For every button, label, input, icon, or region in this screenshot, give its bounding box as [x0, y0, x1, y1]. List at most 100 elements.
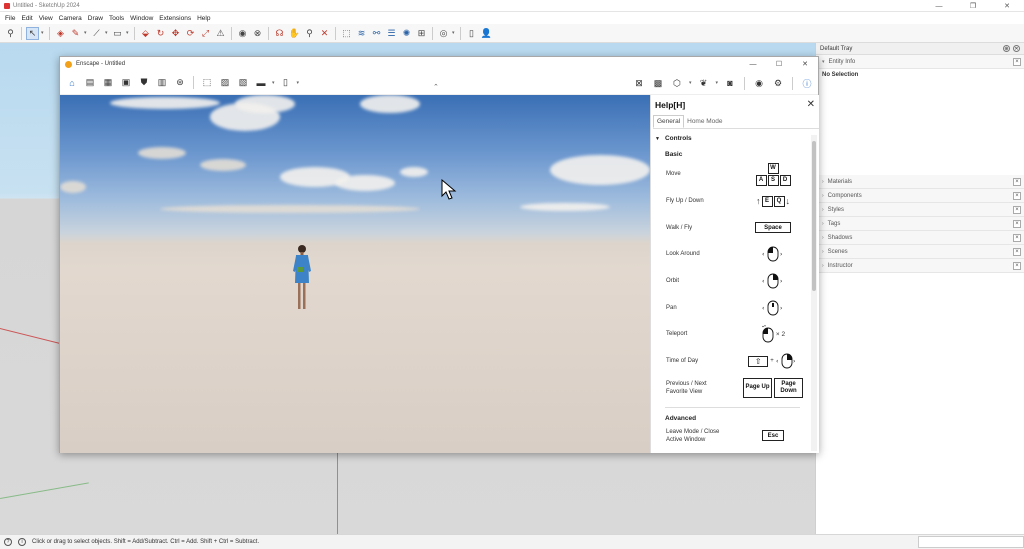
controls-section[interactable]: ▼ Controls	[655, 135, 810, 142]
collapse-toolbar-icon[interactable]: ⌃	[433, 83, 439, 91]
follow-me-icon[interactable]: ↻	[154, 27, 167, 40]
chevron-down-icon[interactable]: ▾	[272, 80, 275, 86]
gear-icon[interactable]: ⚙	[771, 76, 785, 90]
pan-icon[interactable]: ✋	[288, 27, 301, 40]
enscape-maximize-button[interactable]: ☐	[766, 57, 792, 71]
enscape-minimize-button[interactable]: —	[740, 57, 766, 71]
chevron-down-icon[interactable]: ▾	[689, 80, 692, 86]
zoom-extents-icon[interactable]: ✕	[318, 27, 331, 40]
home-icon[interactable]: ⌂	[65, 76, 79, 90]
select-icon[interactable]: ↖	[26, 26, 39, 40]
info-icon[interactable]: ?	[4, 538, 12, 546]
enscape-sync-icon[interactable]: ≋	[355, 27, 368, 40]
menu-view[interactable]: View	[36, 15, 56, 22]
settings-icon[interactable]: ▤	[83, 76, 97, 90]
tray-panel-shadows[interactable]: › Shadows ×	[816, 231, 1024, 245]
export-icon[interactable]: ▯	[279, 76, 293, 90]
building-icon[interactable]: ▥	[155, 76, 169, 90]
close-button[interactable]: ✕	[990, 0, 1024, 12]
viewport-icon[interactable]: ▣	[119, 76, 133, 90]
vr-icon[interactable]: ◙	[723, 76, 737, 90]
help-close-icon[interactable]: ✕	[807, 99, 815, 110]
close-icon[interactable]: ×	[1013, 206, 1021, 214]
tray-close-icon[interactable]: ✕	[1013, 45, 1020, 52]
enscape-close-button[interactable]: ✕	[792, 57, 818, 71]
new-file-icon[interactable]: ▯	[465, 27, 478, 40]
enscape-link-icon[interactable]: ⚯	[370, 27, 383, 40]
screenshot-icon[interactable]: ⬚	[200, 76, 214, 90]
chevron-down-icon[interactable]: ▾	[715, 80, 718, 86]
menu-extensions[interactable]: Extensions	[156, 15, 194, 22]
scrollbar-thumb[interactable]	[812, 141, 816, 291]
user-icon[interactable]: 👤	[480, 27, 493, 40]
eraser-icon[interactable]: ◈	[54, 27, 67, 40]
enscape-asset-icon[interactable]: ✺	[400, 27, 413, 40]
menu-camera[interactable]: Camera	[56, 15, 85, 22]
tab-home-mode[interactable]: Home Mode	[684, 115, 725, 128]
close-icon[interactable]: ×	[1013, 248, 1021, 256]
tray-panel-tags[interactable]: › Tags ×	[816, 217, 1024, 231]
collaboration-icon[interactable]: ⊠	[632, 76, 646, 90]
cube-icon[interactable]: ⬡	[670, 76, 684, 90]
push-pull-icon[interactable]: ⬙	[139, 27, 152, 40]
tray-panel-entity-info[interactable]: ▾ Entity Info ×	[816, 55, 1024, 69]
video-icon[interactable]: ▬	[254, 76, 268, 90]
tray-panel-styles[interactable]: › Styles ×	[816, 203, 1024, 217]
tape-measure-icon[interactable]: ◉	[236, 27, 249, 40]
tray-panel-scenes[interactable]: › Scenes ×	[816, 245, 1024, 259]
help-icon[interactable]: ⓘ	[800, 76, 814, 90]
chevron-down-icon[interactable]: ▾	[105, 30, 109, 36]
account-icon[interactable]: ◎	[437, 27, 450, 40]
menu-edit[interactable]: Edit	[18, 15, 35, 22]
tray-panel-materials[interactable]: › Materials ×	[816, 175, 1024, 189]
orbit-icon[interactable]: ☊	[273, 27, 286, 40]
close-icon[interactable]: ×	[1013, 58, 1021, 66]
help-scrollbar[interactable]	[811, 135, 817, 451]
close-icon[interactable]: ×	[1013, 178, 1021, 186]
geo-location-icon[interactable]: i	[18, 538, 26, 546]
tab-general[interactable]: General	[653, 115, 685, 128]
visibility-icon[interactable]: ◉	[752, 76, 766, 90]
chevron-down-icon[interactable]: ▾	[84, 30, 88, 36]
chevron-down-icon[interactable]: ▾	[297, 80, 300, 86]
minimize-button[interactable]: —	[922, 0, 956, 12]
close-icon[interactable]: ×	[1013, 192, 1021, 200]
chevron-down-icon[interactable]: ▾	[126, 30, 130, 36]
close-icon[interactable]: ×	[1013, 262, 1021, 270]
chevron-down-icon[interactable]: ▾	[41, 30, 45, 36]
asset-library-icon[interactable]: ⊛	[173, 76, 187, 90]
close-icon[interactable]: ×	[1013, 234, 1021, 242]
menu-draw[interactable]: Draw	[85, 15, 106, 22]
offset-icon[interactable]: ⚠	[214, 27, 227, 40]
scale-icon[interactable]: ⤢	[199, 27, 212, 40]
menu-tools[interactable]: Tools	[106, 15, 127, 22]
chevron-down-icon[interactable]: ▾	[452, 30, 456, 36]
pencil-icon[interactable]: ✎	[69, 27, 82, 40]
render-icon[interactable]: ▩	[651, 76, 665, 90]
measurements-box[interactable]	[918, 536, 1024, 548]
close-icon[interactable]: ×	[1013, 220, 1021, 228]
dimension-icon[interactable]: ⊗	[251, 27, 264, 40]
zoom-tool-icon[interactable]: ⚲	[303, 27, 316, 40]
tray-panel-components[interactable]: › Components ×	[816, 189, 1024, 203]
pin-icon[interactable]: ⊕	[1003, 45, 1010, 52]
zoom-icon[interactable]: ⚲	[4, 27, 17, 40]
render-viewport[interactable]	[60, 95, 650, 453]
enscape-start-icon[interactable]: ⬚	[340, 27, 353, 40]
panorama-icon[interactable]: ▧	[236, 76, 250, 90]
move-icon[interactable]: ✥	[169, 27, 182, 40]
menu-file[interactable]: File	[2, 15, 18, 22]
bim-icon[interactable]: ▦	[101, 76, 115, 90]
line-icon[interactable]: ⟋	[90, 27, 103, 40]
image-icon[interactable]: ▨	[218, 76, 232, 90]
rotate-icon[interactable]: ⟳	[184, 27, 197, 40]
section-icon[interactable]: ⛊	[137, 76, 151, 90]
shape-icon[interactable]: ▭	[111, 27, 124, 40]
enscape-more-icon[interactable]: ⊞	[415, 27, 428, 40]
menu-help[interactable]: Help	[194, 15, 213, 22]
maximize-button[interactable]: ❐	[956, 0, 990, 12]
enscape-views-icon[interactable]: ☰	[385, 27, 398, 40]
leaf-icon[interactable]: ❦	[696, 76, 710, 90]
menu-window[interactable]: Window	[127, 15, 156, 22]
tray-panel-instructor[interactable]: › Instructor ×	[816, 259, 1024, 273]
